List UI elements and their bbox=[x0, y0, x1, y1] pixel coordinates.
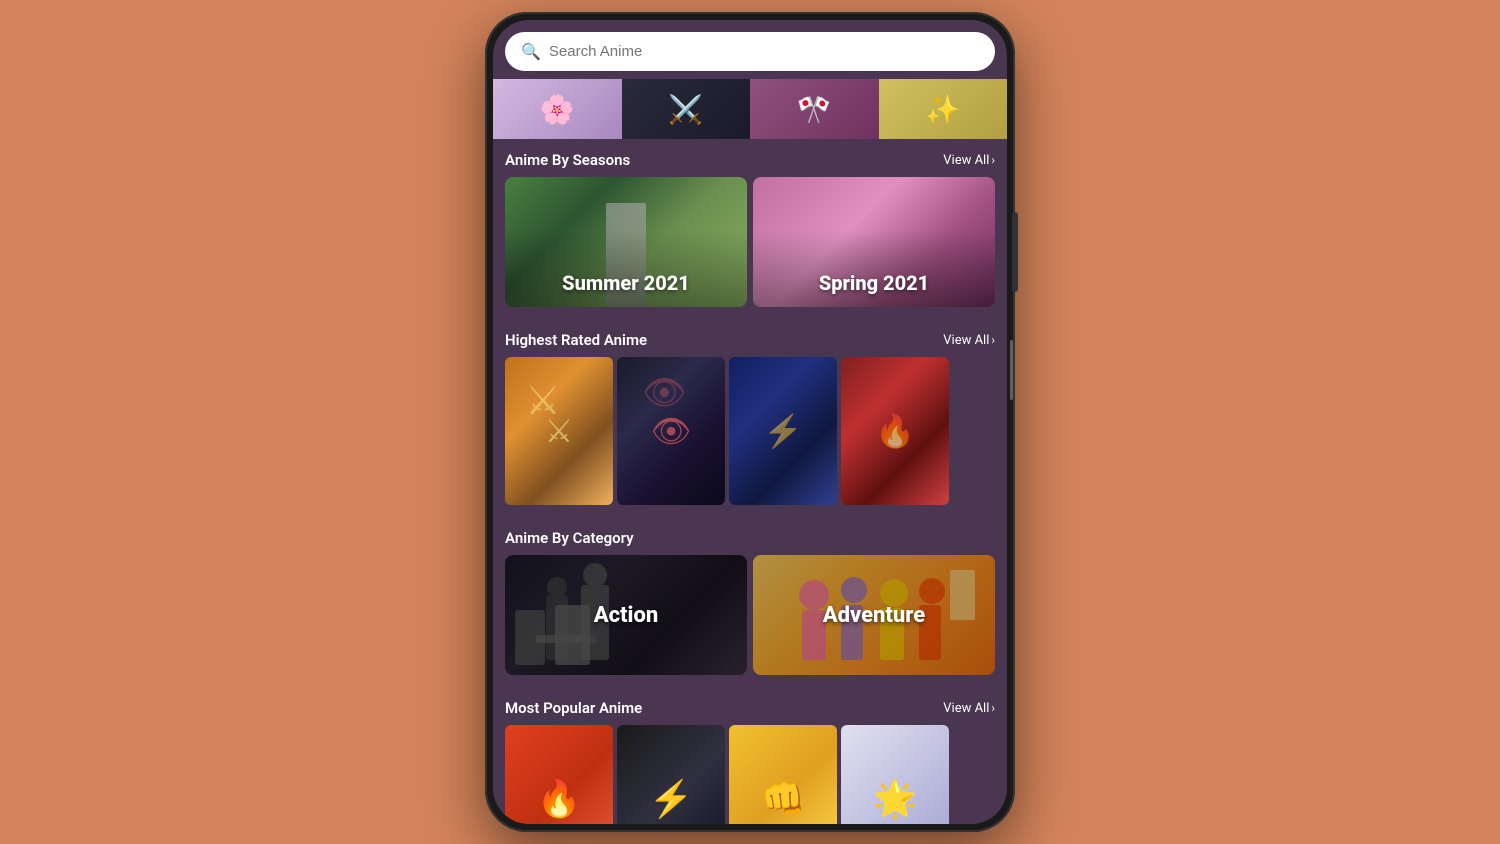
anime-bg-tanjiro: 👁 bbox=[617, 357, 725, 505]
banner-piece-4: ✨ bbox=[879, 79, 1008, 139]
most-popular-title: Most Popular Anime bbox=[505, 699, 642, 717]
category-section: Anime By Category bbox=[493, 517, 1007, 687]
banner-piece-3: 🎌 bbox=[750, 79, 879, 139]
adventure-label: Adventure bbox=[823, 603, 925, 628]
anime-bg-demon-slayer: 🔥 bbox=[841, 357, 949, 505]
anime-card-3[interactable]: ⚡ bbox=[729, 357, 837, 505]
spring-label: Spring 2021 bbox=[819, 271, 929, 307]
search-icon: 🔍 bbox=[521, 42, 541, 61]
category-card-adventure[interactable]: Adventure bbox=[753, 555, 995, 675]
banner-piece-1: 🌸 bbox=[493, 79, 622, 139]
anime-card-4[interactable]: 🔥 bbox=[841, 357, 949, 505]
seasons-view-all[interactable]: View All › bbox=[943, 153, 995, 168]
popular-anime-row[interactable]: 🔥 ⚡ 👊 🌟 bbox=[493, 725, 1007, 824]
highest-rated-title: Highest Rated Anime bbox=[505, 331, 647, 349]
top-banner-strip: 🌸 ⚔️ 🎌 ✨ bbox=[493, 79, 1007, 139]
highest-rated-header: Highest Rated Anime View All › bbox=[493, 319, 1007, 357]
screen-content[interactable]: 🔍 🌸 ⚔️ 🎌 ✨ Anime By Seasons View All › bbox=[493, 20, 1007, 824]
action-label: Action bbox=[594, 603, 659, 628]
category-card-action[interactable]: Action bbox=[505, 555, 747, 675]
most-popular-section: Most Popular Anime View All › 🔥 ⚡ 👊 🌟 bbox=[493, 687, 1007, 824]
summer-label: Summer 2021 bbox=[562, 271, 690, 307]
banner-piece-2: ⚔️ bbox=[622, 79, 751, 139]
category-cards-container: Action bbox=[493, 555, 1007, 687]
popular-card-4[interactable]: 🌟 bbox=[841, 725, 949, 824]
popular-card-3[interactable]: 👊 bbox=[729, 725, 837, 824]
most-popular-view-all[interactable]: View All › bbox=[943, 701, 995, 716]
popular-card-2[interactable]: ⚡ bbox=[617, 725, 725, 824]
seasons-header: Anime By Seasons View All › bbox=[493, 139, 1007, 177]
chevron-right-icon-2: › bbox=[991, 333, 995, 347]
category-title: Anime By Category bbox=[505, 529, 634, 547]
highest-rated-view-all[interactable]: View All › bbox=[943, 333, 995, 348]
anime-bg-kimetsu: ⚡ bbox=[729, 357, 837, 505]
phone-screen: 🔍 🌸 ⚔️ 🎌 ✨ Anime By Seasons View All › bbox=[493, 20, 1007, 824]
highest-rated-section: Highest Rated Anime View All › ⚔ 👁 ⚡ bbox=[493, 319, 1007, 517]
phone-device: 🔍 🌸 ⚔️ 🎌 ✨ Anime By Seasons View All › bbox=[485, 12, 1015, 832]
chevron-right-icon: › bbox=[991, 153, 995, 167]
anime-bg-aot: ⚔ bbox=[505, 357, 613, 505]
season-card-summer[interactable]: Summer 2021 bbox=[505, 177, 747, 307]
category-header: Anime By Category bbox=[493, 517, 1007, 555]
scroll-indicator bbox=[1010, 340, 1013, 400]
highest-rated-row[interactable]: ⚔ 👁 ⚡ 🔥 bbox=[493, 357, 1007, 517]
seasons-title: Anime By Seasons bbox=[505, 151, 630, 169]
season-card-spring[interactable]: Spring 2021 bbox=[753, 177, 995, 307]
season-cards-container: Summer 2021 Spring 2021 bbox=[493, 177, 1007, 319]
search-bar[interactable]: 🔍 bbox=[505, 32, 995, 71]
chevron-right-icon-3: › bbox=[991, 701, 995, 715]
search-input[interactable] bbox=[549, 43, 979, 60]
anime-card-1[interactable]: ⚔ bbox=[505, 357, 613, 505]
popular-card-1[interactable]: 🔥 bbox=[505, 725, 613, 824]
seasons-section: Anime By Seasons View All › Summer 2021 bbox=[493, 139, 1007, 319]
anime-card-2[interactable]: 👁 bbox=[617, 357, 725, 505]
most-popular-header: Most Popular Anime View All › bbox=[493, 687, 1007, 725]
